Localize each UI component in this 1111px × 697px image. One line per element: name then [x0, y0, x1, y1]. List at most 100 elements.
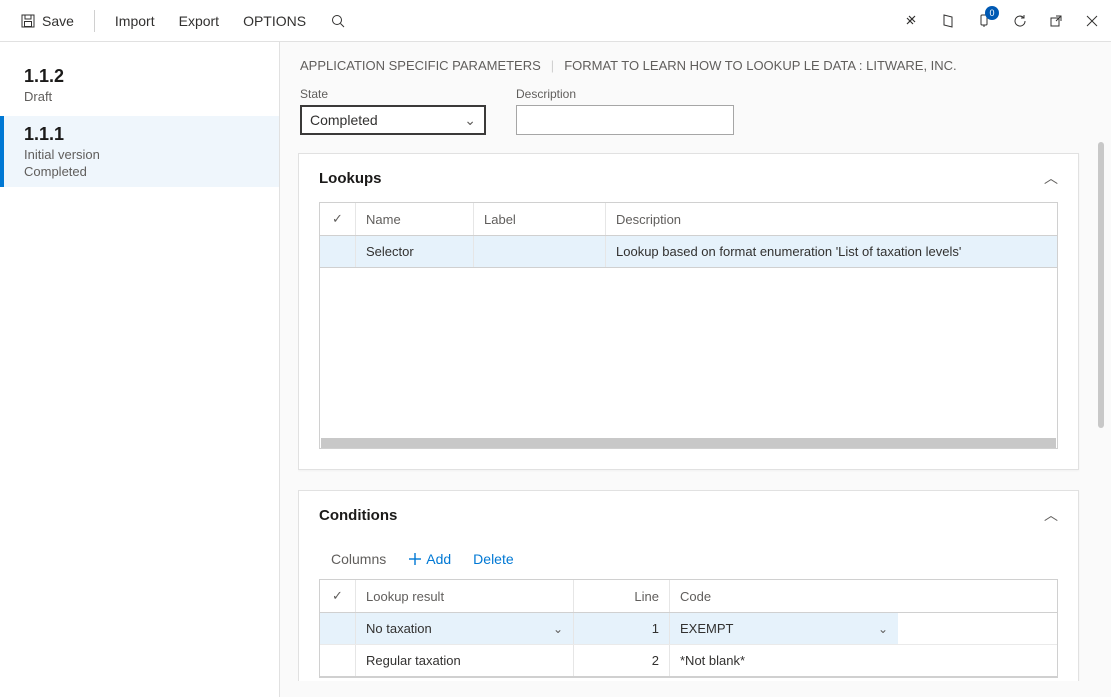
content-inner: APPLICATION SPECIFIC PARAMETERS | FORMAT… [298, 58, 1095, 681]
chevron-down-icon: ⌄ [878, 622, 888, 636]
sidebar-item-version-111[interactable]: 1.1.1 Initial version Completed [0, 116, 279, 187]
check-icon [332, 211, 343, 227]
version-sub2: Completed [24, 164, 259, 179]
conditions-tbody: No taxation⌄ 1 EXEMPT⌄ Regular taxation … [320, 613, 1057, 677]
breadcrumb-part1: APPLICATION SPECIFIC PARAMETERS [300, 58, 541, 73]
save-button[interactable]: Save [10, 7, 84, 35]
breadcrumb: APPLICATION SPECIFIC PARAMETERS | FORMAT… [298, 58, 1079, 73]
lookups-panel: Lookups ︿ Name Label Description [298, 153, 1079, 470]
header-fields: State Completed ⌄ Description [298, 87, 1079, 135]
lookups-table: Name Label Description Selector Lookup b… [319, 202, 1058, 449]
main-area: 1.1.2 Draft 1.1.1 Initial version Comple… [0, 42, 1111, 697]
vscroll-thumb[interactable] [1098, 142, 1104, 428]
select-all-header[interactable] [320, 580, 356, 612]
delete-button[interactable]: Delete [473, 551, 513, 567]
lookups-title: Lookups [319, 170, 382, 187]
select-all-header[interactable] [320, 203, 356, 235]
content-area: APPLICATION SPECIFIC PARAMETERS | FORMAT… [280, 42, 1111, 697]
lookups-tbody: Selector Lookup based on format enumerat… [320, 236, 1057, 268]
search-button[interactable] [320, 7, 356, 35]
chevron-down-icon: ⌄ [464, 112, 476, 129]
vertical-scrollbar[interactable] [1095, 142, 1107, 582]
horizontal-scrollbar[interactable] [321, 438, 1056, 448]
description-label: Description [516, 87, 734, 101]
col-label[interactable]: Label [474, 203, 606, 235]
description-input[interactable] [516, 105, 734, 135]
cell-line: 2 [574, 645, 670, 676]
conditions-table: Lookup result Line Code No taxation⌄ 1 E… [319, 579, 1058, 678]
lookups-header[interactable]: Lookups ︿ [299, 154, 1078, 202]
add-button[interactable]: Add [408, 551, 451, 567]
toolbar-right: 0 [903, 12, 1101, 30]
sidebar-item-version-112[interactable]: 1.1.2 Draft [0, 54, 279, 116]
cell-code[interactable]: EXEMPT⌄ [670, 613, 898, 644]
table-row[interactable]: No taxation⌄ 1 EXEMPT⌄ [320, 613, 1057, 645]
add-label: Add [426, 551, 451, 567]
conditions-toolbar: Columns Add Delete [319, 539, 1058, 579]
cell-name: Selector [356, 236, 474, 267]
export-button[interactable]: Export [169, 7, 229, 35]
save-label: Save [42, 13, 74, 29]
state-value: Completed [310, 112, 378, 128]
cell-label [474, 236, 606, 267]
table-row[interactable]: Selector Lookup based on format enumerat… [320, 236, 1057, 268]
version-sub: Draft [24, 89, 259, 104]
cell-description: Lookup based on format enumeration 'List… [606, 236, 1057, 267]
import-label: Import [115, 13, 155, 29]
lookups-body: Name Label Description Selector Lookup b… [299, 202, 1078, 469]
col-lookup-result[interactable]: Lookup result [356, 580, 574, 612]
conditions-thead: Lookup result Line Code [320, 580, 1057, 613]
hscroll-thumb[interactable] [321, 438, 1056, 448]
state-field-group: State Completed ⌄ [300, 87, 486, 135]
conditions-title: Conditions [319, 507, 397, 524]
toolbar-left: Save Import Export OPTIONS [10, 7, 356, 35]
columns-button[interactable]: Columns [331, 551, 386, 567]
col-code[interactable]: Code [670, 580, 898, 612]
cell-code[interactable]: *Not blank* [670, 645, 898, 676]
chevron-up-icon: ︿ [1044, 505, 1058, 525]
table-row[interactable]: Regular taxation 2 *Not blank* [320, 645, 1057, 677]
search-icon [330, 13, 346, 29]
breadcrumb-part2: FORMAT TO LEARN HOW TO LOOKUP LE DATA : … [564, 58, 956, 73]
col-line[interactable]: Line [574, 580, 670, 612]
version-title: 1.1.1 [24, 124, 259, 145]
check-icon [332, 588, 343, 604]
action-pane: Save Import Export OPTIONS 0 [0, 0, 1111, 42]
description-field-group: Description [516, 87, 734, 135]
close-icon[interactable] [1083, 12, 1101, 30]
col-description[interactable]: Description [606, 203, 1057, 235]
cell-line: 1 [574, 613, 670, 644]
lookups-empty-area [320, 268, 1057, 438]
export-label: Export [179, 13, 219, 29]
cell-result[interactable]: No taxation⌄ [356, 613, 574, 644]
lookups-thead: Name Label Description [320, 203, 1057, 236]
row-select[interactable] [320, 645, 356, 676]
toolbar-separator [94, 10, 95, 32]
conditions-header[interactable]: Conditions ︿ [299, 491, 1078, 539]
notification-badge: 0 [985, 6, 999, 20]
attach-icon[interactable] [903, 12, 921, 30]
version-title: 1.1.2 [24, 66, 259, 87]
state-select[interactable]: Completed ⌄ [300, 105, 486, 135]
conditions-panel: Conditions ︿ Columns Add Delete [298, 490, 1079, 681]
row-select[interactable] [320, 613, 356, 644]
save-icon [20, 13, 36, 29]
chevron-down-icon: ⌄ [553, 622, 563, 636]
version-sidebar: 1.1.2 Draft 1.1.1 Initial version Comple… [0, 42, 280, 697]
notifications-icon[interactable]: 0 [975, 12, 993, 30]
refresh-icon[interactable] [1011, 12, 1029, 30]
office-icon[interactable] [939, 12, 957, 30]
popout-icon[interactable] [1047, 12, 1065, 30]
plus-icon [408, 552, 422, 566]
row-select[interactable] [320, 236, 356, 267]
col-name[interactable]: Name [356, 203, 474, 235]
state-label: State [300, 87, 486, 101]
options-menu[interactable]: OPTIONS [233, 7, 316, 35]
chevron-up-icon: ︿ [1044, 168, 1058, 188]
conditions-body: Columns Add Delete Lookup result Line Co… [299, 539, 1078, 681]
options-label: OPTIONS [243, 13, 306, 29]
import-button[interactable]: Import [105, 7, 165, 35]
breadcrumb-separator: | [551, 58, 554, 73]
version-sub: Initial version [24, 147, 259, 162]
cell-result[interactable]: Regular taxation [356, 645, 574, 676]
